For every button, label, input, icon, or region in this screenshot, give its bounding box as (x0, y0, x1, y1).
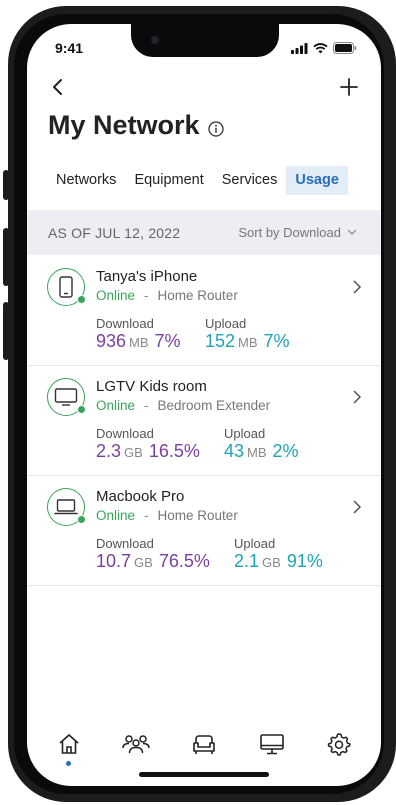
notch (131, 24, 279, 57)
upload-percent: 2% (272, 441, 299, 461)
device-row[interactable]: Macbook Pro Online - Home Router Downloa… (27, 476, 381, 586)
status-time: 9:41 (55, 40, 84, 56)
download-value-row: 2.3 GB 16.5% (96, 441, 200, 462)
status-icons (291, 42, 357, 54)
add-button[interactable] (339, 76, 359, 98)
chevron-down-icon (347, 229, 357, 235)
nav-settings[interactable] (319, 726, 359, 762)
tab-usage[interactable]: Usage (286, 166, 348, 195)
home-icon (59, 734, 79, 754)
nav-rooms[interactable] (184, 726, 224, 762)
wifi-icon (313, 43, 328, 54)
active-indicator (66, 761, 72, 766)
screen: 9:41 My Network Networks Equipment Servi… (27, 24, 381, 786)
device-status-line: Online - Home Router (96, 288, 238, 303)
upload-value-row: 43 MB 2% (224, 441, 299, 462)
device-status: Online (96, 508, 136, 523)
sort-dropdown[interactable]: Sort by Download (238, 225, 357, 240)
upload-value: 43 (224, 441, 245, 461)
page-title-row: My Network (48, 110, 224, 141)
tab-equipment[interactable]: Equipment (125, 166, 212, 195)
separator: - (144, 288, 149, 303)
device-icon-wrap (47, 268, 86, 306)
volume-down-button (3, 302, 9, 360)
device-row[interactable]: Tanya's iPhone Online - Home Router Down… (27, 256, 381, 366)
couch-icon (193, 735, 215, 754)
separator: - (144, 508, 149, 523)
device-location: Bedroom Extender (157, 398, 271, 413)
upload-unit: MB (238, 335, 258, 350)
tab-bar: Networks Equipment Services Usage (47, 166, 348, 195)
people-icon (122, 735, 151, 754)
separator: - (144, 398, 149, 413)
chevron-right-icon[interactable] (351, 388, 363, 406)
mute-switch (3, 170, 9, 200)
upload-unit: GB (262, 555, 281, 570)
download-unit: GB (124, 445, 143, 460)
chevron-right-icon[interactable] (351, 278, 363, 296)
device-name: LGTV Kids room (96, 378, 207, 395)
download-label: Download (96, 316, 154, 331)
device-icon-wrap (47, 378, 86, 416)
bottom-nav (27, 724, 381, 766)
download-unit: GB (134, 555, 153, 570)
upload-value: 152 (205, 331, 236, 351)
upload-value-row: 152 MB 7% (205, 331, 290, 352)
download-unit: MB (129, 335, 149, 350)
upload-label: Upload (205, 316, 247, 331)
device-name: Tanya's iPhone (96, 268, 198, 285)
download-percent: 16.5% (148, 441, 200, 461)
device-location: Home Router (157, 288, 238, 303)
nav-people[interactable] (116, 726, 156, 762)
download-value: 2.3 (96, 441, 122, 461)
upload-label: Upload (224, 426, 266, 441)
back-button[interactable] (49, 76, 69, 98)
volume-up-button (3, 228, 9, 286)
tv-icon (54, 388, 78, 406)
download-value: 10.7 (96, 551, 132, 571)
chevron-right-icon[interactable] (351, 498, 363, 516)
device-status-line: Online - Bedroom Extender (96, 398, 270, 413)
tab-networks[interactable]: Networks (47, 166, 125, 195)
gear-icon (327, 733, 351, 756)
laptop-icon (54, 499, 78, 515)
download-value: 936 (96, 331, 127, 351)
online-indicator (77, 515, 86, 524)
device-icon-wrap (47, 488, 86, 526)
upload-label: Upload (234, 536, 276, 551)
upload-percent: 7% (263, 331, 290, 351)
device-row[interactable]: LGTV Kids room Online - Bedroom Extender… (27, 366, 381, 476)
home-indicator (139, 772, 269, 777)
tab-services[interactable]: Services (213, 166, 287, 195)
front-camera (151, 36, 159, 44)
monitor-icon (259, 734, 284, 755)
nav-devices[interactable] (252, 726, 292, 762)
download-value-row: 936 MB 7% (96, 331, 181, 352)
upload-value: 2.1 (234, 551, 260, 571)
download-percent: 7% (154, 331, 181, 351)
page-title: My Network (48, 110, 200, 140)
as-of-date: AS OF JUL 12, 2022 (48, 224, 181, 241)
battery-icon (333, 42, 357, 54)
nav-home[interactable] (49, 726, 89, 766)
download-label: Download (96, 536, 154, 551)
download-value-row: 10.7 GB 76.5% (96, 551, 210, 572)
signal-icon (291, 43, 308, 54)
phone-icon (59, 276, 73, 298)
download-label: Download (96, 426, 154, 441)
upload-value-row: 2.1 GB 91% (234, 551, 323, 572)
device-status: Online (96, 398, 136, 413)
upload-percent: 91% (286, 551, 323, 571)
info-icon[interactable] (207, 120, 224, 137)
device-status: Online (96, 288, 136, 303)
upload-unit: MB (247, 445, 267, 460)
device-status-line: Online - Home Router (96, 508, 238, 523)
download-percent: 76.5% (158, 551, 210, 571)
list-header: AS OF JUL 12, 2022 Sort by Download (27, 210, 381, 255)
sort-label: Sort by Download (238, 225, 341, 240)
online-indicator (77, 295, 86, 304)
device-location: Home Router (157, 508, 238, 523)
online-indicator (77, 405, 86, 414)
device-name: Macbook Pro (96, 488, 185, 505)
